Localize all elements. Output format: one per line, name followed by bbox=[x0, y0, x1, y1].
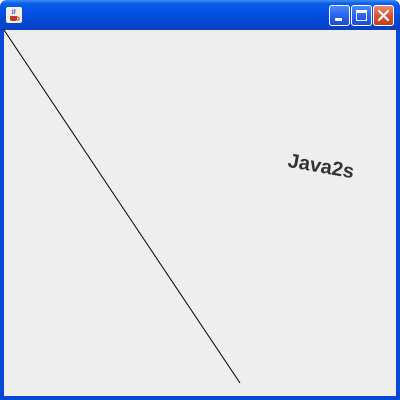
close-icon bbox=[377, 9, 390, 22]
diagonal-line bbox=[4, 30, 241, 384]
java-cup-icon[interactable] bbox=[6, 7, 22, 23]
canvas-graphics bbox=[4, 30, 241, 384]
title-bar[interactable] bbox=[0, 0, 400, 30]
app-window: Java2s bbox=[0, 0, 400, 400]
minimize-button[interactable] bbox=[329, 5, 350, 26]
minimize-icon bbox=[335, 18, 342, 21]
drawing-canvas[interactable]: Java2s bbox=[4, 30, 396, 396]
maximize-icon bbox=[356, 10, 367, 21]
maximize-button[interactable] bbox=[351, 5, 372, 26]
close-button[interactable] bbox=[373, 5, 394, 26]
